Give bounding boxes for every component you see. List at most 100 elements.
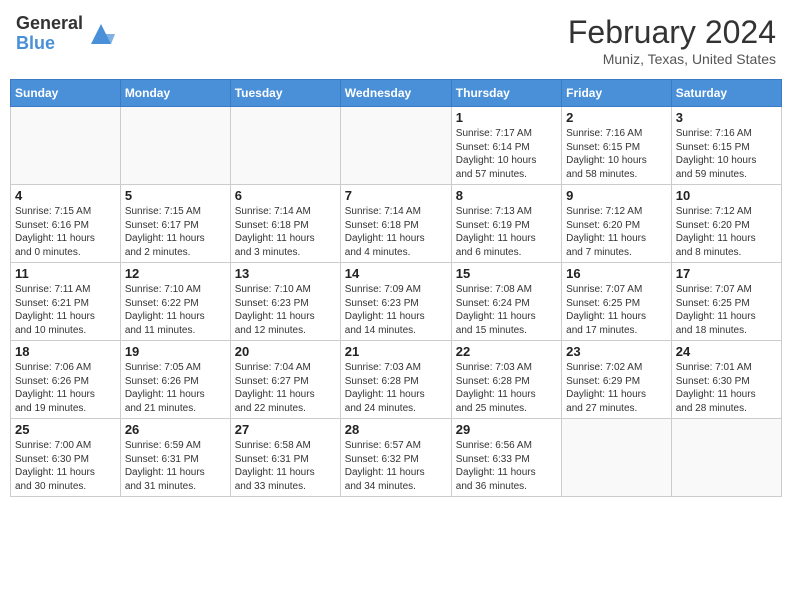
day-info: Sunrise: 7:05 AM Sunset: 6:26 PM Dayligh… [125,361,226,415]
calendar-day-cell: 8Sunrise: 7:13 AM Sunset: 6:19 PM Daylig… [451,185,561,263]
day-info: Sunrise: 7:00 AM Sunset: 6:30 PM Dayligh… [15,439,116,493]
day-info: Sunrise: 6:59 AM Sunset: 6:31 PM Dayligh… [125,439,226,493]
calendar-day-cell: 29 Sunrise: 6:56 AM Sunset: 6:33 PM Dayli… [451,419,561,497]
day-number: 9 [566,188,667,203]
day-info: Sunrise: 7:06 AM Sunset: 6:26 PM Dayligh… [15,361,116,415]
calendar-day-cell: 20Sunrise: 7:04 AM Sunset: 6:27 PM Dayli… [230,341,340,419]
day-number: 29 [456,422,557,437]
day-info: Sunrise: 7:09 AM Sunset: 6:23 PM Dayligh… [345,283,447,337]
calendar-week-row: 1 Sunrise: 7:17 AM Sunset: 6:14 PM Daylig… [11,107,782,185]
logo-general-text: General [16,14,83,34]
calendar-day-cell: 21 Sunrise: 7:03 AM Sunset: 6:28 PM Dayli… [340,341,451,419]
calendar-day-cell: 4 Sunrise: 7:15 AM Sunset: 6:16 PM Daylig… [11,185,121,263]
day-info: Sunrise: 7:10 AM Sunset: 6:22 PM Dayligh… [125,283,226,337]
calendar-week-row: 18 Sunrise: 7:06 AM Sunset: 6:26 PM Dayli… [11,341,782,419]
day-number: 14 [345,266,447,281]
day-number: 21 [345,344,447,359]
day-info: Sunrise: 7:01 AM Sunset: 6:30 PM Dayligh… [676,361,777,415]
calendar-day-cell: 15 Sunrise: 7:08 AM Sunset: 6:24 PM Dayli… [451,263,561,341]
calendar-day-cell: 19 Sunrise: 7:05 AM Sunset: 6:26 PM Dayli… [120,341,230,419]
day-info: Sunrise: 7:02 AM Sunset: 6:29 PM Dayligh… [566,361,667,415]
logo-icon [87,20,115,48]
day-number: 4 [15,188,116,203]
logo-blue-text: Blue [16,34,83,54]
calendar-day-cell: 28 Sunrise: 6:57 AM Sunset: 6:32 PM Dayli… [340,419,451,497]
calendar-day-cell [11,107,121,185]
day-number: 2 [566,110,667,125]
day-number: 13 [235,266,336,281]
day-info: Sunrise: 7:16 AM Sunset: 6:15 PM Dayligh… [566,127,667,181]
calendar-day-cell: 26 Sunrise: 6:59 AM Sunset: 6:31 PM Dayli… [120,419,230,497]
calendar-day-cell [340,107,451,185]
calendar-day-cell: 5Sunrise: 7:15 AM Sunset: 6:17 PM Daylig… [120,185,230,263]
day-info: Sunrise: 7:14 AM Sunset: 6:18 PM Dayligh… [345,205,447,259]
day-info: Sunrise: 7:04 AM Sunset: 6:27 PM Dayligh… [235,361,336,415]
calendar-day-cell: 7 Sunrise: 7:14 AM Sunset: 6:18 PM Daylig… [340,185,451,263]
day-info: Sunrise: 7:07 AM Sunset: 6:25 PM Dayligh… [566,283,667,337]
calendar-day-cell: 9 Sunrise: 7:12 AM Sunset: 6:20 PM Daylig… [562,185,672,263]
day-number: 1 [456,110,557,125]
day-info: Sunrise: 7:08 AM Sunset: 6:24 PM Dayligh… [456,283,557,337]
day-of-week-header: Sunday [11,80,121,107]
calendar-day-cell [562,419,672,497]
day-number: 16 [566,266,667,281]
day-of-week-header: Tuesday [230,80,340,107]
day-info: Sunrise: 6:57 AM Sunset: 6:32 PM Dayligh… [345,439,447,493]
day-info: Sunrise: 7:12 AM Sunset: 6:20 PM Dayligh… [676,205,777,259]
calendar-day-cell: 3Sunrise: 7:16 AM Sunset: 6:15 PM Daylig… [671,107,781,185]
day-info: Sunrise: 7:07 AM Sunset: 6:25 PM Dayligh… [676,283,777,337]
day-info: Sunrise: 6:58 AM Sunset: 6:31 PM Dayligh… [235,439,336,493]
day-number: 11 [15,266,116,281]
location: Muniz, Texas, United States [568,51,776,67]
day-number: 15 [456,266,557,281]
day-number: 5 [125,188,226,203]
day-info: Sunrise: 7:14 AM Sunset: 6:18 PM Dayligh… [235,205,336,259]
day-of-week-header: Wednesday [340,80,451,107]
title-block: February 2024 Muniz, Texas, United State… [568,14,776,67]
calendar-day-cell: 16 Sunrise: 7:07 AM Sunset: 6:25 PM Dayli… [562,263,672,341]
day-number: 19 [125,344,226,359]
day-info: Sunrise: 7:17 AM Sunset: 6:14 PM Dayligh… [456,127,557,181]
calendar-day-cell: 17 Sunrise: 7:07 AM Sunset: 6:25 PM Dayli… [671,263,781,341]
day-info: Sunrise: 7:15 AM Sunset: 6:16 PM Dayligh… [15,205,116,259]
logo: General Blue [16,14,115,54]
calendar-day-cell: 25 Sunrise: 7:00 AM Sunset: 6:30 PM Dayli… [11,419,121,497]
day-number: 8 [456,188,557,203]
day-info: Sunrise: 7:03 AM Sunset: 6:28 PM Dayligh… [456,361,557,415]
day-info: Sunrise: 6:56 AM Sunset: 6:33 PM Dayligh… [456,439,557,493]
day-number: 6 [235,188,336,203]
calendar-day-cell: 12 Sunrise: 7:10 AM Sunset: 6:22 PM Dayli… [120,263,230,341]
calendar-day-cell: 10Sunrise: 7:12 AM Sunset: 6:20 PM Dayli… [671,185,781,263]
calendar-day-cell: 6 Sunrise: 7:14 AM Sunset: 6:18 PM Daylig… [230,185,340,263]
day-number: 18 [15,344,116,359]
day-number: 24 [676,344,777,359]
day-of-week-header: Monday [120,80,230,107]
day-number: 27 [235,422,336,437]
calendar-day-cell: 27 Sunrise: 6:58 AM Sunset: 6:31 PM Dayli… [230,419,340,497]
day-number: 17 [676,266,777,281]
month-year: February 2024 [568,14,776,51]
calendar-day-cell [671,419,781,497]
day-number: 12 [125,266,226,281]
day-number: 7 [345,188,447,203]
day-number: 28 [345,422,447,437]
day-number: 22 [456,344,557,359]
day-number: 25 [15,422,116,437]
day-number: 23 [566,344,667,359]
calendar-table: SundayMondayTuesdayWednesdayThursdayFrid… [10,79,782,497]
day-info: Sunrise: 7:12 AM Sunset: 6:20 PM Dayligh… [566,205,667,259]
day-info: Sunrise: 7:03 AM Sunset: 6:28 PM Dayligh… [345,361,447,415]
calendar-header-row: SundayMondayTuesdayWednesdayThursdayFrid… [11,80,782,107]
day-info: Sunrise: 7:10 AM Sunset: 6:23 PM Dayligh… [235,283,336,337]
page-header: General Blue February 2024 Muniz, Texas,… [10,10,782,71]
calendar-day-cell: 14 Sunrise: 7:09 AM Sunset: 6:23 PM Dayli… [340,263,451,341]
day-of-week-header: Friday [562,80,672,107]
calendar-day-cell: 22 Sunrise: 7:03 AM Sunset: 6:28 PM Dayli… [451,341,561,419]
calendar-day-cell: 18 Sunrise: 7:06 AM Sunset: 6:26 PM Dayli… [11,341,121,419]
calendar-week-row: 4 Sunrise: 7:15 AM Sunset: 6:16 PM Daylig… [11,185,782,263]
day-number: 26 [125,422,226,437]
calendar-day-cell: 24 Sunrise: 7:01 AM Sunset: 6:30 PM Dayli… [671,341,781,419]
day-of-week-header: Saturday [671,80,781,107]
day-of-week-header: Thursday [451,80,561,107]
day-number: 3 [676,110,777,125]
